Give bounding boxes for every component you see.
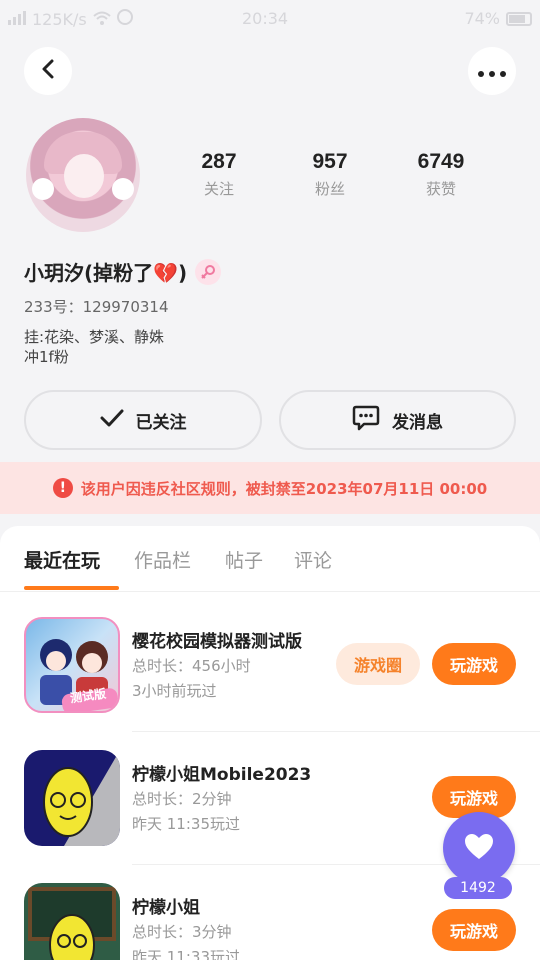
bio-line: 挂:花染、梦溪、静姝 <box>24 328 165 346</box>
signal-icon <box>8 10 26 29</box>
check-icon <box>100 409 124 432</box>
tab-comments[interactable]: 评论 <box>294 546 332 573</box>
ban-notice: ! 该用户因违反社区规则，被封禁至2023年07月11日 00:00 <box>0 462 540 514</box>
heart-icon <box>464 833 494 864</box>
battery-percent: 74% <box>464 9 500 28</box>
stat-following[interactable]: 287 关注 <box>174 150 264 199</box>
notification-icon <box>116 9 133 29</box>
network-speed: 125K/s <box>32 9 87 29</box>
user-id: 233号：129970314 <box>24 298 169 316</box>
list-item[interactable]: 测试版 樱花校园模拟器测试版 总时长：456小时 3小时前玩过 游戏圈 玩游戏 <box>0 599 540 732</box>
tab-posts[interactable]: 帖子 <box>225 546 263 573</box>
more-horizontal-icon <box>478 62 506 81</box>
message-button[interactable]: 发消息 <box>279 390 516 450</box>
battery-icon <box>506 11 532 26</box>
game-duration: 总时长：456小时 <box>132 657 251 675</box>
stat-likes[interactable]: 6749 获赞 <box>396 150 486 199</box>
status-bar: 125K/s 20:34 74% <box>0 0 540 38</box>
stat-value: 957 <box>312 150 348 173</box>
back-button[interactable] <box>24 47 72 95</box>
ban-text: 该用户因违反社区规则，被封禁至2023年07月11日 00:00 <box>80 479 488 498</box>
bio: 挂:花染、梦溪、静姝 冲1f粉 <box>24 327 164 367</box>
follow-label: 已关注 <box>135 412 187 433</box>
game-icon <box>24 750 120 846</box>
game-duration: 总时长：2分钟 <box>132 790 232 808</box>
game-title: 柠檬小姐 <box>132 898 200 918</box>
game-icon <box>24 883 120 960</box>
female-icon <box>195 258 222 285</box>
stat-followers[interactable]: 957 粉丝 <box>285 150 375 199</box>
username-row: 小玥汐(掉粉了💔) <box>24 257 222 286</box>
game-title: 柠檬小姐Mobile2023 <box>132 765 312 785</box>
game-last-played: 昨天 11:33玩过 <box>132 948 240 960</box>
stat-value: 6749 <box>417 150 465 173</box>
username: 小玥汐(掉粉了💔) <box>24 261 188 285</box>
status-time: 20:34 <box>242 9 289 28</box>
wifi-icon <box>93 10 111 29</box>
follow-button[interactable]: 已关注 <box>24 390 262 450</box>
play-game-button[interactable]: 玩游戏 <box>432 643 516 685</box>
play-game-button[interactable]: 玩游戏 <box>432 909 516 951</box>
tab-recent[interactable]: 最近在玩 <box>24 546 100 573</box>
like-count: 1492 <box>444 877 512 899</box>
message-label: 发消息 <box>392 412 443 433</box>
game-title: 樱花校园模拟器测试版 <box>132 632 302 652</box>
game-last-played: 昨天 11:35玩过 <box>132 815 240 833</box>
stat-label: 粉丝 <box>314 180 345 198</box>
like-button[interactable] <box>443 812 515 884</box>
game-circle-button[interactable]: 游戏圈 <box>336 643 420 685</box>
game-icon: 测试版 <box>24 617 120 713</box>
more-button[interactable] <box>468 47 516 95</box>
chevron-left-icon <box>41 59 55 83</box>
bio-line: 冲1f粉 <box>24 348 69 366</box>
chat-icon <box>352 405 380 436</box>
stat-label: 获赞 <box>425 180 456 198</box>
tab-bar: 最近在玩 作品栏 帖子 评论 <box>0 526 540 592</box>
avatar[interactable] <box>26 118 140 232</box>
tab-indicator <box>24 586 119 590</box>
game-duration: 总时长：3分钟 <box>132 923 232 941</box>
game-last-played: 3小时前玩过 <box>132 682 217 700</box>
alert-icon: ! <box>52 478 73 498</box>
tab-works[interactable]: 作品栏 <box>134 546 191 573</box>
stat-value: 287 <box>201 150 237 173</box>
stat-label: 关注 <box>203 180 234 198</box>
